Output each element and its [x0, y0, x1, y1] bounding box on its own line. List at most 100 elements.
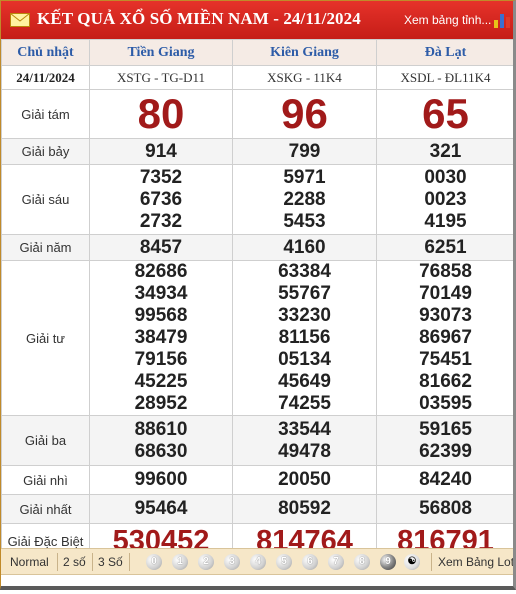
prize-number: 34934	[134, 283, 188, 304]
prize-number: 2732	[139, 210, 183, 232]
ticket-code: XSTG - TG-D11	[89, 65, 233, 90]
prize-number: 81156	[278, 327, 331, 348]
divider	[57, 553, 58, 571]
digit-ball-5[interactable]: 5	[276, 554, 292, 570]
digit-ball-1[interactable]: 1	[172, 554, 188, 570]
prize-cell: 8457	[89, 234, 233, 261]
digit-ball-2[interactable]: 2	[198, 554, 214, 570]
prize-cell: 65	[376, 89, 513, 139]
prize-row-8: Giải tám 80 96 65	[1, 89, 513, 139]
digit-ball-8[interactable]: 8	[354, 554, 370, 570]
prize-cell: 33544 49478	[232, 415, 377, 466]
ticket-code: XSKG - 11K4	[232, 65, 377, 90]
prize-number: 55767	[278, 283, 331, 304]
display-options-bar: Normal 2 số 3 Số 0 1 2 3 4 5 6 7 8 9 ☯ X…	[1, 548, 513, 575]
prize-number: 0023	[424, 188, 467, 210]
prize-number: 96	[281, 90, 328, 137]
prize-number: 62399	[419, 440, 472, 462]
option-2-digits[interactable]: 2 số	[63, 555, 86, 569]
prize-number: 74255	[278, 393, 331, 414]
prize-number: 0030	[424, 166, 467, 188]
page-title: KẾT QUẢ XỔ SỐ MIỀN NAM - 24/11/2024	[37, 9, 361, 28]
header-bar: KẾT QUẢ XỔ SỐ MIỀN NAM - 24/11/2024 Xem …	[1, 1, 513, 39]
prize-number: 86967	[419, 327, 472, 348]
prize-number: 80592	[278, 498, 331, 519]
prize-number: 88610	[134, 418, 188, 440]
prize-number: 8457	[139, 236, 183, 258]
prize-number: 81662	[419, 371, 472, 392]
prize-cell: 6251	[376, 234, 513, 261]
prize-number: 321	[429, 140, 462, 162]
province-name[interactable]: Đà Lạt	[376, 39, 513, 66]
view-loto-table-link[interactable]: Xem Bảng Loto	[438, 555, 513, 569]
prize-cell: 7352 6736 2732	[89, 164, 233, 235]
results-table: Chủ nhật Tiền Giang Kiên Giang Đà Lạt 24…	[1, 39, 513, 559]
digit-ball-4[interactable]: 4	[250, 554, 266, 570]
prize-cell: 20050	[232, 465, 377, 495]
prize-row-2: Giải nhì 99600 20050 84240	[1, 465, 513, 495]
prize-number: 80	[137, 90, 185, 137]
statistics-icon[interactable]	[493, 11, 511, 29]
prize-cell: 82686 34934 99568 38479 79156 45225 2895…	[89, 260, 233, 416]
prize-cell: 95464	[89, 494, 233, 524]
prize-row-5: Giải năm 8457 4160 6251	[1, 234, 513, 261]
prize-row-4: Giải tư 82686 34934 99568 38479 79156 45…	[1, 260, 513, 416]
prize-number: 33544	[278, 418, 331, 440]
prize-number: 68630	[134, 440, 188, 462]
prize-cell: 5971 2288 5453	[232, 164, 377, 235]
prize-cell: 914	[89, 138, 233, 165]
prize-label: Giải bảy	[1, 138, 90, 165]
digit-ball-7[interactable]: 7	[328, 554, 344, 570]
prize-number: 59165	[419, 418, 472, 440]
prize-number: 799	[288, 140, 321, 162]
prize-number: 70149	[419, 283, 472, 304]
prize-label: Giải tám	[1, 89, 90, 139]
prize-row-7: Giải bảy 914 799 321	[1, 138, 513, 165]
digit-ball-3[interactable]: 3	[224, 554, 240, 570]
divider	[431, 553, 432, 571]
results-panel: KẾT QUẢ XỔ SỐ MIỀN NAM - 24/11/2024 Xem …	[0, 0, 516, 590]
prize-number: 4160	[283, 236, 326, 258]
prize-label: Giải nhì	[1, 465, 90, 495]
prize-number: 99568	[134, 305, 188, 326]
digit-ball-0[interactable]: 0	[146, 554, 162, 570]
prize-label: Giải tư	[1, 260, 90, 416]
prize-number: 4195	[424, 210, 467, 232]
prize-row-3: Giải ba 88610 68630 33544 49478 59165 62…	[1, 415, 513, 466]
option-normal[interactable]: Normal	[10, 555, 49, 569]
envelope-icon	[10, 13, 30, 27]
prize-label: Giải năm	[1, 234, 90, 261]
prize-cell: 4160	[232, 234, 377, 261]
digit-ball-6[interactable]: 6	[302, 554, 318, 570]
prize-number: 63384	[278, 261, 331, 282]
prize-number: 38479	[134, 327, 188, 348]
province-name[interactable]: Kiên Giang	[232, 39, 377, 66]
digit-ball-9[interactable]: 9	[380, 554, 396, 570]
day-of-week: Chủ nhật	[1, 39, 90, 66]
prize-number: 49478	[278, 440, 331, 462]
view-province-table-link[interactable]: Xem bảng tỉnh...	[404, 13, 491, 27]
prize-cell: 96	[232, 89, 377, 139]
prize-row-1: Giải nhất 95464 80592 56808	[1, 494, 513, 524]
yin-yang-icon[interactable]: ☯	[404, 554, 420, 570]
prize-cell: 799	[232, 138, 377, 165]
prize-number: 5971	[283, 166, 326, 188]
prize-cell: 80	[89, 89, 233, 139]
prize-number: 79156	[134, 349, 188, 370]
prize-number: 65	[422, 90, 469, 137]
prize-number: 6736	[139, 188, 183, 210]
prize-number: 95464	[134, 498, 188, 519]
prize-label: Giải sáu	[1, 164, 90, 235]
prize-number: 82686	[134, 261, 188, 282]
province-header-row: Chủ nhật Tiền Giang Kiên Giang Đà Lạt	[1, 39, 513, 66]
prize-number: 75451	[419, 349, 472, 370]
prize-number: 45225	[134, 371, 188, 392]
province-name[interactable]: Tiền Giang	[89, 39, 233, 66]
prize-number: 5453	[283, 210, 326, 232]
prize-number: 2288	[283, 188, 326, 210]
prize-number: 33230	[278, 305, 331, 326]
option-3-digits[interactable]: 3 Số	[98, 555, 123, 569]
ticket-code: XSDL - ĐL11K4	[376, 65, 513, 90]
prize-cell: 63384 55767 33230 81156 05134 45649 7425…	[232, 260, 377, 416]
prize-number: 76858	[419, 261, 472, 282]
